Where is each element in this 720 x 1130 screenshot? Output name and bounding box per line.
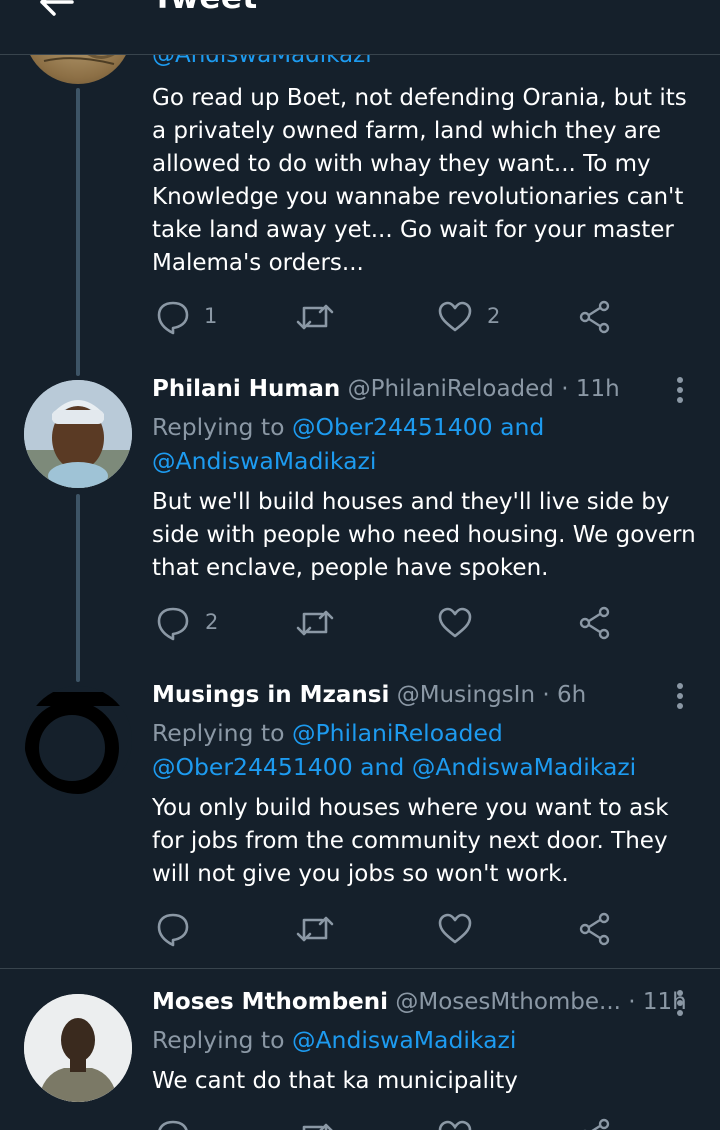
retweet-button[interactable] xyxy=(296,300,334,336)
display-name[interactable]: Philani Human xyxy=(152,376,340,402)
like-icon xyxy=(438,301,472,332)
like-button[interactable] xyxy=(438,1120,472,1130)
share-button[interactable] xyxy=(578,606,612,642)
tweet-text: Go read up Boet, not defending Orania, b… xyxy=(152,85,687,276)
retweet-icon xyxy=(302,1123,333,1130)
mention-link[interactable]: @AndiswaMadikazi xyxy=(412,753,636,781)
replying-prefix: Replying to xyxy=(152,413,285,441)
user-handle[interactable]: @PhilaniReloaded xyxy=(348,376,554,402)
mention-link[interactable]: @Ober24451400 xyxy=(152,753,353,781)
reply-button[interactable] xyxy=(156,911,190,947)
avatar[interactable] xyxy=(24,380,132,488)
tweet-text: You only build houses where you want to … xyxy=(152,795,669,887)
mention-conjunction: and xyxy=(500,413,545,441)
reply-icon xyxy=(157,301,189,335)
like-icon xyxy=(438,1120,472,1130)
mention-link[interactable]: @PhilaniReloaded xyxy=(292,719,503,747)
retweet-icon xyxy=(296,610,334,636)
reply-count: 1 xyxy=(204,304,218,328)
thread-connector xyxy=(76,88,80,376)
share-button[interactable] xyxy=(578,1118,612,1130)
back-arrow-icon[interactable] xyxy=(36,0,76,22)
replying-prefix: Replying to xyxy=(152,719,285,747)
display-name[interactable]: Musings in Mzansi xyxy=(152,682,389,708)
share-button[interactable] xyxy=(578,300,612,336)
share-button[interactable] xyxy=(578,912,612,948)
mention-conjunction: and xyxy=(360,753,405,781)
like-button[interactable] xyxy=(438,607,472,643)
more-icon[interactable] xyxy=(670,682,690,712)
user-handle[interactable]: @MosesMthombe... xyxy=(395,989,621,1015)
reply-icon xyxy=(157,607,189,641)
replying-to: Replying to @Ober24451400 and @AndiswaMa… xyxy=(152,410,692,478)
share-icon xyxy=(579,300,610,334)
page-title: Tweet xyxy=(152,0,258,16)
reply-icon xyxy=(157,913,189,947)
reply-button[interactable] xyxy=(156,605,190,641)
divider xyxy=(0,968,720,969)
retweet-button[interactable] xyxy=(296,1119,334,1130)
mention-link[interactable]: @Ober24451400 xyxy=(292,413,493,441)
like-button[interactable] xyxy=(438,913,472,949)
retweet-button[interactable] xyxy=(296,606,334,642)
tweet-header: Philani Human @PhilaniReloaded · 11h xyxy=(152,376,620,402)
user-handle[interactable]: @MusingsIn xyxy=(397,682,535,708)
more-icon[interactable] xyxy=(670,376,690,406)
tweet-header: Musings in Mzansi @MusingsIn · 6h xyxy=(152,682,586,708)
replying-to: Replying to @AndiswaMadikazi xyxy=(152,1023,692,1057)
reply-count: 2 xyxy=(205,610,219,634)
tweet-time: · 11h xyxy=(561,376,620,402)
share-icon xyxy=(579,606,610,640)
more-icon[interactable] xyxy=(670,989,690,1019)
share-icon xyxy=(579,912,610,946)
mention-link[interactable]: @AndiswaMadikazi xyxy=(292,1026,516,1054)
tweet-header: Moses Mthombeni @MosesMthombe... · 11h xyxy=(152,989,687,1015)
reply-button[interactable] xyxy=(156,1118,190,1130)
tweet-time: · 6h xyxy=(542,682,587,708)
tweet-text: But we'll build houses and they'll live … xyxy=(152,489,696,581)
replying-to: Replying to @PhilaniReloaded @Ober244514… xyxy=(152,716,692,784)
retweet-icon xyxy=(296,304,334,330)
reply-button[interactable] xyxy=(156,299,190,335)
avatar[interactable] xyxy=(24,686,132,794)
thread-connector xyxy=(76,494,80,682)
avatar[interactable] xyxy=(24,994,132,1102)
share-icon xyxy=(583,1118,610,1130)
display-name[interactable]: Moses Mthombeni xyxy=(152,989,388,1015)
mention-link[interactable]: @AndiswaMadikazi xyxy=(152,447,376,475)
like-button[interactable] xyxy=(438,301,472,337)
reply-icon xyxy=(158,1120,188,1130)
like-count: 2 xyxy=(487,304,501,328)
avatar-image xyxy=(24,380,132,488)
retweet-icon xyxy=(296,916,334,942)
avatar-image xyxy=(24,994,132,1102)
avatar-image xyxy=(25,692,128,794)
like-icon xyxy=(438,607,472,638)
tweet-text: We cant do that ka municipality xyxy=(152,1068,518,1094)
like-icon xyxy=(438,913,472,944)
retweet-button[interactable] xyxy=(296,912,334,948)
replying-prefix: Replying to xyxy=(152,1026,285,1054)
top-bar: Tweet xyxy=(0,0,720,55)
